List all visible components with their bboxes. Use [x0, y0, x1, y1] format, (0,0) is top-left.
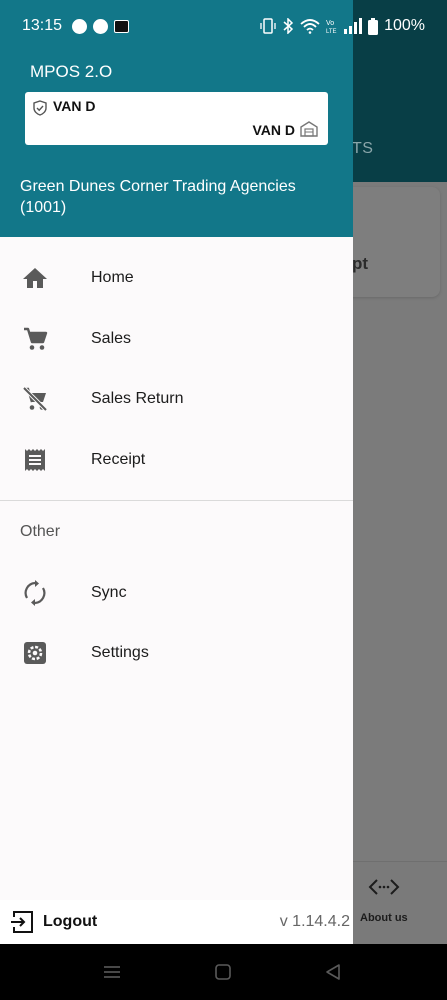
volte-icon: Vo LTE [326, 20, 337, 35]
system-icons: Vo LTE 100% [260, 17, 425, 35]
app-title: MPOS 2.O [30, 62, 113, 81]
drawer-footer: Logout v 1.14.4.2 [0, 900, 353, 944]
receipt-icon [22, 447, 48, 473]
menu-item-receipt[interactable]: Receipt [0, 431, 353, 489]
status-bar: 13:15 Vo LTE 100% [0, 0, 447, 52]
battery-icon [368, 17, 379, 35]
logout-button[interactable]: Logout [43, 913, 97, 931]
settings-icon [22, 640, 48, 666]
menu-item-label: Sync [91, 584, 127, 601]
sync-icon [22, 580, 48, 606]
bluetooth-icon [283, 18, 294, 34]
van-name: VAN D [53, 98, 96, 114]
menu-item-label: Receipt [91, 451, 146, 468]
about-us-label: About us [360, 912, 408, 924]
menu-item-label: Sales [91, 330, 132, 347]
background-card-label: pt [352, 254, 369, 273]
status-time: 13:15 [22, 17, 63, 34]
messenger-icon [72, 18, 88, 34]
menu-item-sales-return[interactable]: Sales Return [0, 370, 353, 428]
menu-item-settings[interactable]: Settings [0, 624, 353, 682]
van-selector[interactable]: VAN D VAN D [25, 92, 328, 145]
vibrate-icon [260, 18, 276, 34]
battery-percent: 100% [384, 17, 425, 34]
company-name: Green Dunes Corner Trading Agencies (100… [20, 178, 296, 216]
signal-icon [344, 18, 363, 34]
menu-item-label: Settings [91, 644, 149, 661]
system-navigation-bar [0, 944, 447, 1000]
menu-item-home[interactable]: Home [0, 249, 353, 307]
shield-icon [33, 100, 47, 116]
app-version: v 1.14.4.2 [279, 913, 350, 930]
menu-item-sync[interactable]: Sync [0, 564, 353, 622]
section-label-other: Other [20, 523, 61, 540]
code-icon [368, 879, 400, 895]
back-icon[interactable] [322, 962, 344, 982]
menu-item-sales[interactable]: Sales [0, 310, 353, 368]
menu-divider [0, 500, 353, 501]
whatsapp-icon [93, 18, 109, 34]
menu-item-label: Home [91, 269, 134, 286]
warehouse-icon [300, 121, 318, 137]
recents-icon[interactable] [101, 962, 123, 982]
wifi-icon [300, 19, 320, 34]
svg-text:Vo: Vo [326, 20, 334, 27]
background-tab-label: TS [352, 140, 374, 157]
cart-off-icon [22, 386, 48, 412]
home-button-icon[interactable] [212, 962, 234, 982]
home-icon [22, 265, 48, 291]
cart-icon [22, 326, 48, 352]
navigation-drawer: MPOS 2.O VAN D VAN D Green Dunes Corner … [0, 0, 353, 944]
app-notification-icon [114, 19, 130, 33]
menu-item-label: Sales Return [91, 390, 184, 407]
logout-icon[interactable] [10, 910, 34, 934]
notification-icons [72, 18, 130, 34]
svg-text:LTE: LTE [326, 29, 337, 35]
van-code: VAN D [252, 122, 295, 138]
